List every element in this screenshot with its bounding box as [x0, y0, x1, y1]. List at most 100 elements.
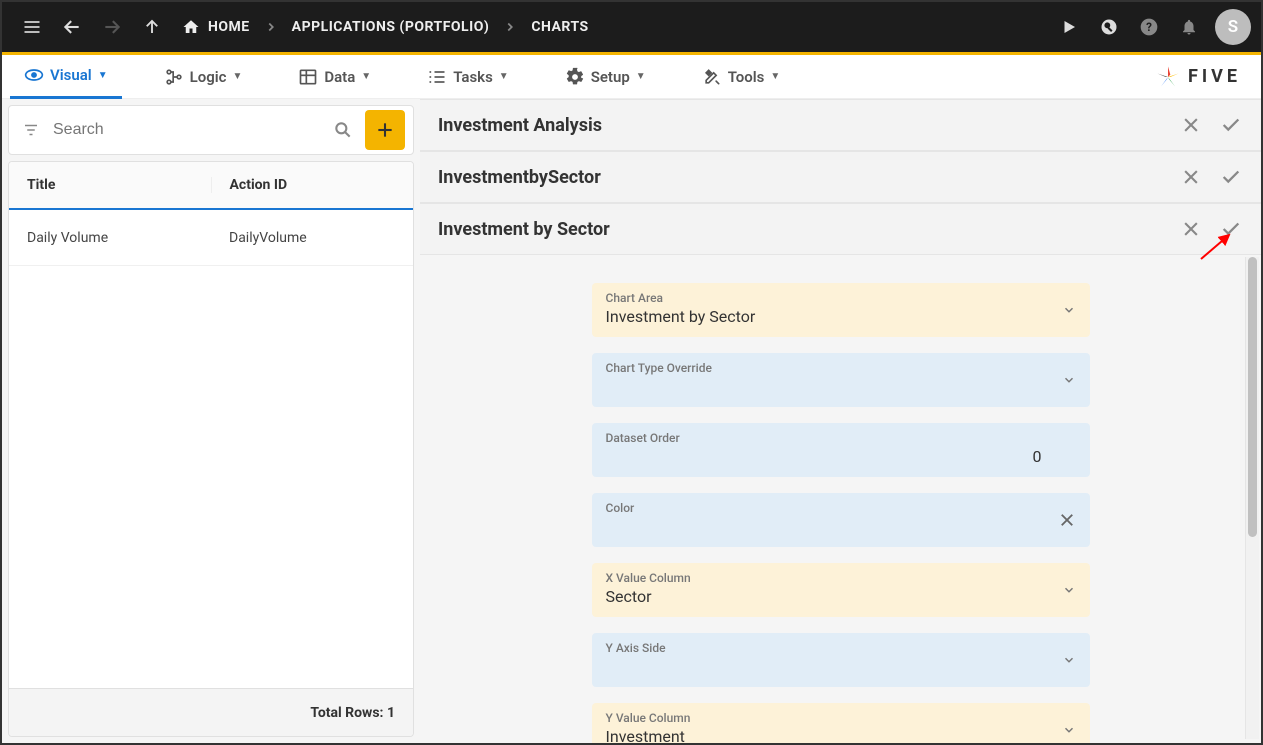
breadcrumb-charts[interactable]: CHARTS [521, 19, 598, 35]
search-input[interactable] [53, 121, 321, 139]
brand-logo: FIVE [1154, 63, 1241, 91]
chevron-down-icon [1062, 373, 1076, 387]
breadcrumb-applications[interactable]: APPLICATIONS (PORTFOLIO) [282, 19, 500, 35]
add-button[interactable] [365, 110, 405, 150]
breadcrumb-label: HOME [208, 19, 250, 35]
clear-icon[interactable] [1058, 511, 1076, 529]
grid-footer-count: 1 [387, 705, 395, 721]
chevron-down-icon: ▼ [98, 70, 108, 81]
help-icon[interactable]: ? [1129, 7, 1169, 47]
menu-logic[interactable]: Logic ▼ [150, 55, 257, 99]
scrollbar-thumb[interactable] [1248, 257, 1257, 537]
grid-header: Title Action ID [9, 162, 413, 210]
menu-label: Logic [190, 68, 227, 86]
inspect-icon[interactable] [1089, 7, 1129, 47]
menu-label: Tasks [453, 68, 493, 86]
confirm-icon[interactable] [1219, 165, 1243, 189]
field-chart-type-override[interactable]: Chart Type Override [592, 353, 1090, 407]
field-value [606, 657, 1076, 677]
field-y-value-column[interactable]: Y Value Column Investment [592, 703, 1090, 743]
field-label: Chart Area [606, 291, 1076, 305]
home-icon [182, 18, 200, 36]
field-y-axis-side[interactable]: Y Axis Side [592, 633, 1090, 687]
hamburger-menu-icon[interactable] [12, 7, 52, 47]
avatar[interactable]: S [1215, 9, 1251, 45]
filter-icon[interactable] [17, 116, 45, 144]
chevron-down-icon: ▼ [232, 71, 242, 82]
chevron-down-icon [1062, 303, 1076, 317]
searchbar [8, 105, 414, 155]
field-color[interactable]: Color [592, 493, 1090, 547]
close-icon[interactable] [1179, 113, 1203, 137]
panel-header-1: Investment Analysis [420, 99, 1261, 151]
close-icon[interactable] [1179, 165, 1203, 189]
notifications-icon[interactable] [1169, 7, 1209, 47]
breadcrumb-home[interactable]: HOME [172, 18, 260, 36]
grid-col-title[interactable]: Title [9, 177, 212, 193]
field-label: X Value Column [606, 571, 1076, 585]
field-label: Y Axis Side [606, 641, 1076, 655]
menu-label: Tools [728, 68, 765, 86]
field-label: Color [606, 501, 1076, 515]
panel-title: Investment Analysis [438, 115, 602, 136]
grid: Title Action ID Daily Volume DailyVolume… [8, 161, 414, 737]
scrollbar[interactable] [1245, 257, 1259, 739]
right-panel: Investment Analysis InvestmentbySector I… [420, 99, 1261, 743]
grid-row[interactable]: Daily Volume DailyVolume [9, 210, 413, 266]
field-value: Investment [606, 727, 1076, 743]
grid-footer-label: Total Rows: [310, 705, 383, 721]
panel-header-3: Investment by Sector [420, 203, 1261, 255]
field-value: 0 [606, 447, 1076, 467]
grid-cell-title: Daily Volume [9, 230, 211, 246]
search-icon[interactable] [329, 116, 357, 144]
menu-setup[interactable]: Setup ▼ [551, 55, 660, 99]
field-value: Investment by Sector [606, 307, 1076, 327]
run-icon[interactable] [1049, 7, 1089, 47]
field-value [606, 377, 1076, 397]
menu-label: Data [324, 68, 355, 86]
menu-tools[interactable]: Tools ▼ [688, 55, 795, 99]
panel-title: InvestmentbySector [438, 167, 601, 188]
chevron-down-icon: ▼ [499, 71, 509, 82]
form-area: Chart Area Investment by Sector Chart Ty… [420, 255, 1261, 743]
menubar: Visual ▼ Logic ▼ Data ▼ Tasks ▼ Setup ▼ … [2, 55, 1261, 99]
avatar-initial: S [1228, 17, 1238, 37]
menu-visual[interactable]: Visual ▼ [10, 55, 122, 99]
chevron-down-icon [1062, 723, 1076, 737]
confirm-icon[interactable] [1219, 217, 1243, 241]
field-dataset-order[interactable]: Dataset Order 0 [592, 423, 1090, 477]
nav-forward-icon [92, 7, 132, 47]
left-panel: Title Action ID Daily Volume DailyVolume… [2, 99, 420, 743]
nav-up-icon[interactable] [132, 7, 172, 47]
chevron-down-icon: ▼ [636, 71, 646, 82]
field-value: Sector [606, 587, 1076, 607]
field-value [606, 517, 1076, 537]
topbar: HOME APPLICATIONS (PORTFOLIO) CHARTS ? S [2, 2, 1261, 55]
grid-col-action-id[interactable]: Action ID [212, 177, 414, 193]
grid-cell-action-id: DailyVolume [211, 230, 413, 246]
chevron-down-icon: ▼ [770, 71, 780, 82]
field-chart-area[interactable]: Chart Area Investment by Sector [592, 283, 1090, 337]
close-icon[interactable] [1179, 217, 1203, 241]
chevron-right-icon [260, 20, 282, 34]
chevron-down-icon: ▼ [361, 71, 371, 82]
brand-text: FIVE [1188, 66, 1241, 87]
confirm-icon[interactable] [1219, 113, 1243, 137]
nav-back-icon[interactable] [52, 7, 92, 47]
field-label: Chart Type Override [606, 361, 1076, 375]
grid-footer: Total Rows: 1 [9, 688, 413, 736]
menu-label: Setup [591, 68, 630, 86]
field-label: Y Value Column [606, 711, 1076, 725]
field-label: Dataset Order [606, 431, 1076, 445]
svg-text:?: ? [1146, 20, 1152, 34]
menu-tasks[interactable]: Tasks ▼ [413, 55, 523, 99]
chevron-right-icon [499, 20, 521, 34]
menu-data[interactable]: Data ▼ [284, 55, 385, 99]
chevron-down-icon [1062, 583, 1076, 597]
breadcrumb-label: CHARTS [531, 19, 588, 35]
panel-header-2: InvestmentbySector [420, 151, 1261, 203]
chevron-down-icon [1062, 653, 1076, 667]
field-x-value-column[interactable]: X Value Column Sector [592, 563, 1090, 617]
breadcrumb-label: APPLICATIONS (PORTFOLIO) [292, 19, 490, 35]
menu-label: Visual [50, 66, 92, 84]
